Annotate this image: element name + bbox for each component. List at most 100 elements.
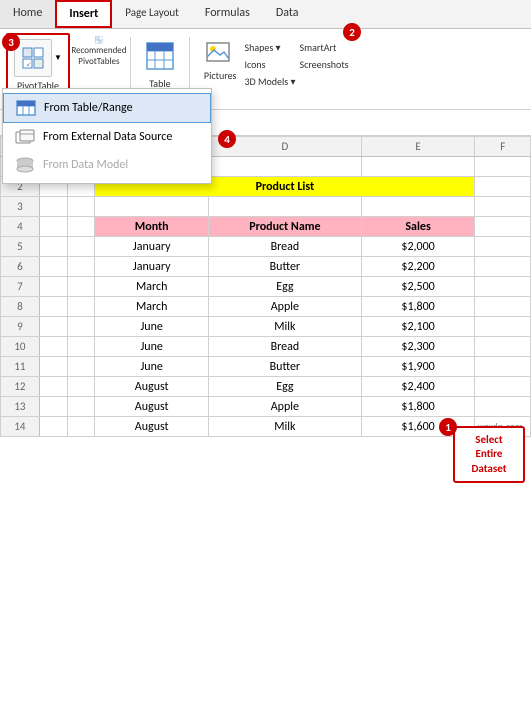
- cell-b3[interactable]: [67, 197, 95, 217]
- cell-b6[interactable]: [67, 257, 95, 277]
- cell-c14[interactable]: August: [95, 417, 209, 437]
- row-7-num: 7: [1, 277, 40, 297]
- cell-a12[interactable]: [39, 377, 67, 397]
- cell-b12[interactable]: [67, 377, 95, 397]
- cell-f1[interactable]: [475, 157, 531, 177]
- row-5-num: 5: [1, 237, 40, 257]
- cell-f13[interactable]: [475, 397, 531, 417]
- cell-c11[interactable]: June: [95, 357, 209, 377]
- cell-b5[interactable]: [67, 237, 95, 257]
- icons-button[interactable]: Icons: [244, 56, 295, 73]
- recommended-pivottables-button[interactable]: ? RecommendedPivotTables: [74, 33, 124, 71]
- cell-d11[interactable]: Butter: [209, 357, 362, 377]
- cell-a6[interactable]: [39, 257, 67, 277]
- from-table-range-item[interactable]: From Table/Range: [3, 93, 211, 123]
- tab-home[interactable]: Home: [0, 0, 55, 28]
- cell-c9[interactable]: June: [95, 317, 209, 337]
- cell-b4[interactable]: [67, 217, 95, 237]
- cell-d5[interactable]: Bread: [209, 237, 362, 257]
- cell-d10[interactable]: Bread: [209, 337, 362, 357]
- cell-e6[interactable]: $2,200: [361, 257, 475, 277]
- cell-c7[interactable]: March: [95, 277, 209, 297]
- header-month[interactable]: Month: [95, 217, 209, 237]
- cell-f4[interactable]: [475, 217, 531, 237]
- cell-a5[interactable]: [39, 237, 67, 257]
- cell-a10[interactable]: [39, 337, 67, 357]
- cell-b8[interactable]: [67, 297, 95, 317]
- tab-data[interactable]: Data: [263, 0, 312, 28]
- cell-f6[interactable]: [475, 257, 531, 277]
- cell-d1[interactable]: [209, 157, 362, 177]
- tab-formulas[interactable]: Formulas: [192, 0, 263, 28]
- shapes-button[interactable]: Shapes ▾: [244, 39, 295, 56]
- cell-e5[interactable]: $2,000: [361, 237, 475, 257]
- cell-f8[interactable]: [475, 297, 531, 317]
- cell-b9[interactable]: [67, 317, 95, 337]
- cell-e3[interactable]: [361, 197, 475, 217]
- header-sales[interactable]: Sales: [361, 217, 475, 237]
- cell-d3[interactable]: [209, 197, 362, 217]
- cell-f9[interactable]: [475, 317, 531, 337]
- cell-c5[interactable]: January: [95, 237, 209, 257]
- cell-d7[interactable]: Egg: [209, 277, 362, 297]
- cell-d14[interactable]: Milk: [209, 417, 362, 437]
- cell-c10[interactable]: June: [95, 337, 209, 357]
- tab-page-layout[interactable]: Page Layout: [112, 0, 192, 28]
- select-dataset-callout: SelectEntireDataset: [453, 426, 525, 483]
- cell-c8[interactable]: March: [95, 297, 209, 317]
- pivot-dropdown-caret[interactable]: ▼: [54, 53, 62, 63]
- cell-c6[interactable]: January: [95, 257, 209, 277]
- cell-f5[interactable]: [475, 237, 531, 257]
- cell-a7[interactable]: [39, 277, 67, 297]
- header-product[interactable]: Product Name: [209, 217, 362, 237]
- cell-d12[interactable]: Egg: [209, 377, 362, 397]
- cell-f11[interactable]: [475, 357, 531, 377]
- cell-d8[interactable]: Apple: [209, 297, 362, 317]
- cell-a8[interactable]: [39, 297, 67, 317]
- cell-f12[interactable]: [475, 377, 531, 397]
- cell-c13[interactable]: August: [95, 397, 209, 417]
- cell-e13[interactable]: $1,800: [361, 397, 475, 417]
- cell-f10[interactable]: [475, 337, 531, 357]
- cell-e8[interactable]: $1,800: [361, 297, 475, 317]
- table-row: 13 August Apple $1,800: [1, 397, 531, 417]
- col-e-header[interactable]: E: [361, 137, 475, 157]
- from-external-item[interactable]: From External Data Source: [3, 123, 211, 151]
- cell-d9[interactable]: Milk: [209, 317, 362, 337]
- cell-c12[interactable]: August: [95, 377, 209, 397]
- cell-d6[interactable]: Butter: [209, 257, 362, 277]
- smartart-button[interactable]: SmartArt: [300, 39, 349, 56]
- cell-e11[interactable]: $1,900: [361, 357, 475, 377]
- cell-f3[interactable]: [475, 197, 531, 217]
- pictures-button[interactable]: Pictures: [200, 37, 241, 84]
- cell-b10[interactable]: [67, 337, 95, 357]
- cell-f2[interactable]: [475, 177, 531, 197]
- screenshots-button[interactable]: Screenshots: [300, 56, 349, 73]
- col-f-header[interactable]: F: [475, 137, 531, 157]
- cell-c3[interactable]: [95, 197, 209, 217]
- cell-a4[interactable]: [39, 217, 67, 237]
- table-range-icon: [16, 100, 36, 116]
- badge-4: 4: [218, 130, 236, 148]
- tab-insert[interactable]: Insert: [55, 0, 112, 28]
- cell-e12[interactable]: $2,400: [361, 377, 475, 397]
- cell-a11[interactable]: [39, 357, 67, 377]
- cell-f7[interactable]: [475, 277, 531, 297]
- cell-b7[interactable]: [67, 277, 95, 297]
- cell-b11[interactable]: [67, 357, 95, 377]
- cell-a9[interactable]: [39, 317, 67, 337]
- cell-d13[interactable]: Apple: [209, 397, 362, 417]
- cell-e7[interactable]: $2,500: [361, 277, 475, 297]
- cell-b14[interactable]: [67, 417, 95, 437]
- table-button[interactable]: [141, 37, 179, 75]
- pictures-label: Pictures: [204, 69, 237, 82]
- cell-e1[interactable]: [361, 157, 475, 177]
- cell-e10[interactable]: $2,300: [361, 337, 475, 357]
- threed-button[interactable]: 3D Models ▾: [244, 73, 295, 90]
- cell-b13[interactable]: [67, 397, 95, 417]
- pivot-table-button[interactable]: ↙: [14, 39, 52, 77]
- cell-a3[interactable]: [39, 197, 67, 217]
- cell-a14[interactable]: [39, 417, 67, 437]
- cell-e9[interactable]: $2,100: [361, 317, 475, 337]
- cell-a13[interactable]: [39, 397, 67, 417]
